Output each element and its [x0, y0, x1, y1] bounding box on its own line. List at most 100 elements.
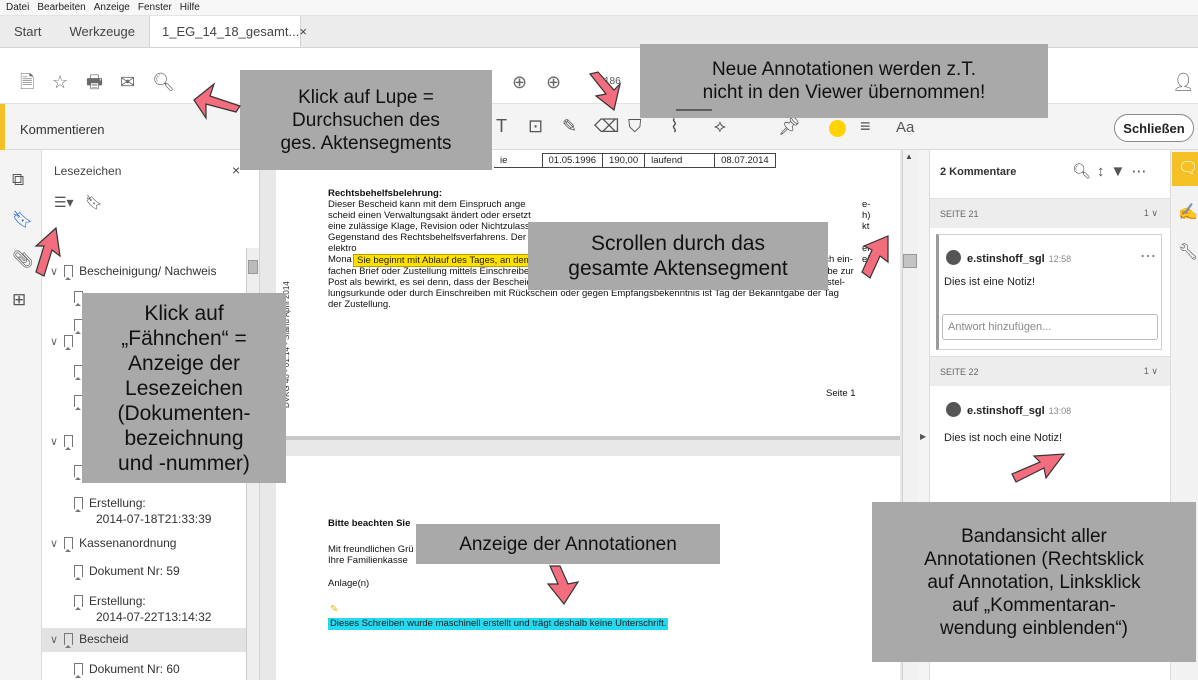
document-line: Gegenstand des Rechtsbehelfsverfahrens. … [328, 232, 527, 243]
document-line: Ihre Familienkasse [328, 555, 408, 566]
callout-bandansicht: Bandansicht aller Annotationen (Rechtskl… [872, 502, 1196, 662]
close-comment-button[interactable]: Schließen [1114, 114, 1194, 142]
comment-section-header[interactable]: SEITE 21 1 ∨ [930, 198, 1170, 228]
filter-icon[interactable]: ▼ [1111, 163, 1132, 180]
bookmark-item[interactable]: ∨ Bescheinigung/ Nachweis [50, 264, 216, 280]
more-icon[interactable]: ⋯ [1131, 163, 1152, 180]
comment-author: e.stinshoff_sgl 13:08 [946, 402, 1071, 417]
comment-text: Dies ist eine Notiz! [944, 276, 1036, 288]
document-line: Dieser Bescheid kann mit dem Einspruch a… [328, 199, 526, 210]
chevron-down-icon[interactable]: ∨ [50, 436, 58, 448]
print-icon[interactable]: 🖶 [86, 72, 103, 92]
menu-bar: Datei Bearbeiten Anzeige Fenster Hilfe [0, 0, 1198, 16]
bookmark-item[interactable]: Erstellung: [74, 496, 146, 512]
comment-author: e.stinshoff_sgl 12:58 [946, 250, 1071, 265]
add-user-icon[interactable]: 👤︎ [1172, 72, 1195, 92]
page-up-icon[interactable]: ⊕ [512, 72, 527, 92]
bookmark-item[interactable]: Dokument Nr: 60 [74, 662, 180, 678]
callout-faehnchen: Klick auf „Fähnchen“ = Anzeige der Lesez… [82, 293, 286, 483]
save-icon[interactable]: 🗎 [20, 72, 34, 92]
document-line: Bitte beachten Sie [328, 518, 411, 529]
chevron-down-icon[interactable]: ∨ [50, 336, 58, 348]
sort-icon[interactable]: ↕ [1097, 163, 1111, 180]
comment-more-icon[interactable]: ⋯ [1140, 246, 1156, 266]
chevron-down-icon[interactable]: ∨ [50, 538, 58, 550]
attachment-icon[interactable]: 📎︎ [12, 250, 34, 270]
text-field-icon[interactable]: ⊡ [528, 116, 543, 137]
comment-section-header[interactable]: SEITE 22 1 ∨ [930, 356, 1170, 386]
bookmark-item-detail: 2014-07-22T13:14:32 [96, 610, 212, 624]
tab-close-icon[interactable]: × [299, 24, 307, 39]
bookmark-item-selected[interactable]: ∨ Bescheid [42, 628, 246, 652]
note-annotation-icon[interactable]: ✎ [330, 604, 338, 615]
comment-accent [0, 104, 5, 150]
chevron-down-icon[interactable]: ∨ [50, 634, 58, 646]
page-down-icon[interactable]: ⊕ [546, 72, 561, 92]
attach-icon[interactable]: ⌇ [670, 116, 679, 137]
bookmark-flag-icon [74, 595, 83, 610]
pin-icon[interactable]: 📌︎ [778, 116, 801, 137]
document-line: scheid einen Verwaltungsakt ändert oder … [328, 210, 531, 221]
bookmarks-title: Lesezeichen [54, 164, 122, 178]
bookmarks-close-icon[interactable]: × [232, 162, 240, 178]
pencil-icon[interactable]: ✎ [562, 116, 577, 137]
document-line: eine zulässige Klage, Revision oder Nich… [328, 221, 530, 232]
table-cell: 01.05.1996 [541, 153, 604, 168]
menu-datei[interactable]: Datei [6, 2, 29, 13]
bookmark-item[interactable]: Dokument Nr: 59 [74, 564, 180, 580]
section-count: 1 [1143, 208, 1149, 218]
bookmark-collapse-row[interactable]: ∨ [50, 334, 79, 350]
highlight-annotation-cyan[interactable]: Dieses Schreiben wurde maschinell erstel… [328, 618, 669, 630]
document-line-end: e- [862, 199, 871, 210]
menu-anzeige[interactable]: Anzeige [94, 2, 130, 13]
bookmark-icon[interactable]: 🔖︎ [12, 210, 34, 230]
search-icon[interactable]: 🔍︎ [1072, 163, 1097, 180]
bookmark-item[interactable]: Erstellung: [74, 594, 146, 610]
bookmark-options-icon[interactable]: ☰▾ 🔖︎ [54, 194, 103, 211]
tools-icon[interactable]: 🔧︎ [1178, 242, 1198, 262]
bookmark-item-detail: 2014-07-18T21:33:39 [96, 512, 212, 526]
color-picker-icon[interactable] [829, 120, 846, 137]
mail-icon[interactable]: ✉ [120, 72, 135, 92]
table-cell: 190,00 [602, 153, 646, 168]
eraser-icon[interactable]: ⌫ [594, 116, 619, 137]
bookmark-flag-icon [74, 565, 83, 580]
draw-icon[interactable]: ⟡ [714, 116, 726, 137]
document-line: Mona [328, 254, 352, 265]
document-line: Mit freundlichen Grü [328, 544, 414, 555]
callout-neue-text: Neue Annotationen werden z.T. nicht in d… [702, 59, 986, 103]
document-page: Bitte beachten Sie Mit freundlichen Grü … [276, 456, 900, 680]
fill-sign-icon[interactable]: ✍ [1178, 202, 1198, 222]
stamp-icon[interactable]: ⛉ [628, 116, 642, 137]
menu-fenster[interactable]: Fenster [138, 2, 172, 13]
menu-hilfe[interactable]: Hilfe [180, 2, 200, 13]
section-count: 1 [1143, 366, 1149, 376]
comment-label: Kommentieren [20, 122, 105, 137]
tab-document[interactable]: 1_EG_14_18_gesamt... × [148, 16, 307, 47]
text-box-icon[interactable]: T [496, 116, 507, 137]
tab-werkzeuge[interactable]: Werkzeuge [55, 16, 149, 47]
chevron-down-icon[interactable]: ∨ [50, 266, 58, 278]
pages-icon[interactable]: ⧉ [12, 170, 24, 190]
structure-icon[interactable]: ⊞ [12, 290, 26, 310]
bookmark-flag-icon [64, 335, 74, 350]
reply-input[interactable]: Antwort hinzufügen... [942, 314, 1158, 340]
bookmark-item[interactable]: ∨ Kassenanordnung [50, 536, 176, 552]
callout-anzeige: Anzeige der Annotationen [416, 524, 720, 564]
bookmark-scroll-thumb[interactable] [248, 260, 258, 274]
callout-scroll: Scrollen durch das gesamte Aktensegment [528, 222, 828, 290]
comment-icon[interactable]: 🗨︎ [1178, 158, 1198, 178]
search-icon[interactable]: 🔍︎ [152, 72, 175, 92]
scroll-up-icon[interactable]: ▲ [905, 152, 913, 161]
document-line-end: ei [862, 254, 870, 265]
viewer-scroll-thumb[interactable] [903, 254, 917, 268]
tab-start[interactable]: Start [0, 16, 55, 47]
panel-toggle-icon[interactable]: ▶ [920, 432, 926, 441]
line-width-icon[interactable]: ≡ [860, 116, 871, 137]
document-line-end: h) [862, 210, 871, 221]
bookmark-collapse-row[interactable]: ∨ [50, 434, 79, 450]
font-size-button[interactable]: Aa [896, 119, 914, 136]
menu-bearbeiten[interactable]: Bearbeiten [37, 2, 85, 13]
bookmark-flag-icon [64, 633, 74, 648]
star-icon[interactable]: ☆ [52, 72, 68, 92]
